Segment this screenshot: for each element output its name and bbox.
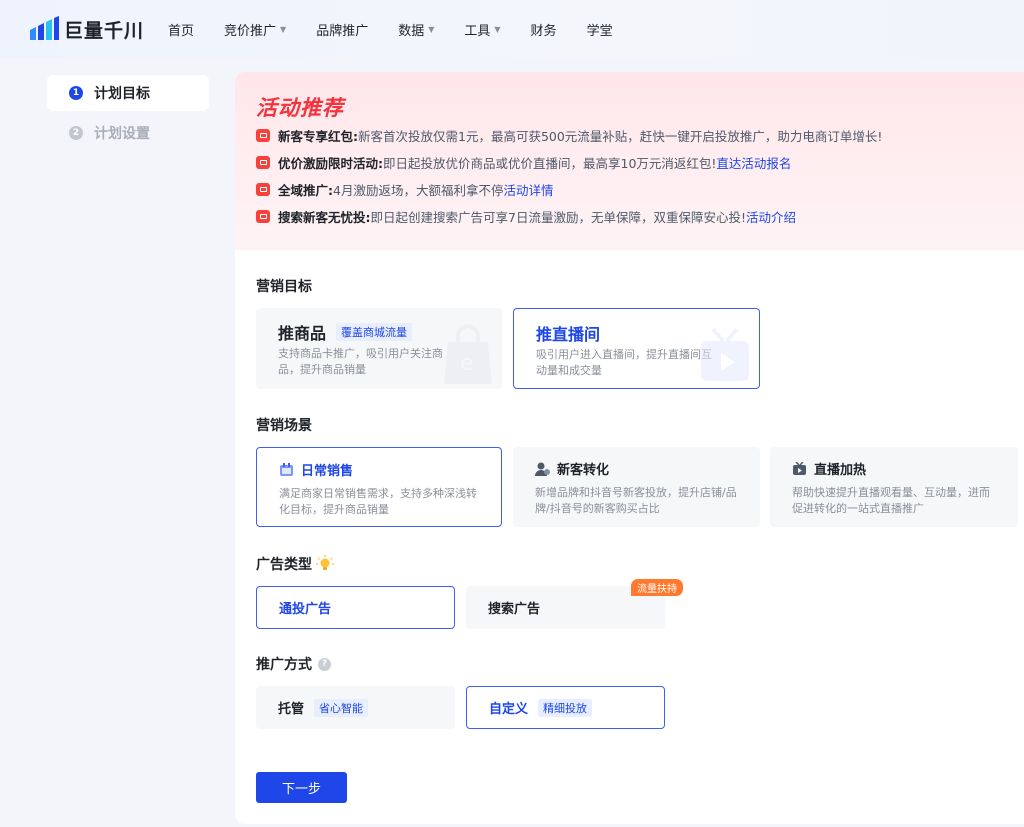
promo-item: 搜索新客无忧投: 即日起创建搜索广告可享7日流量激励，无单保障，双重保障安心投!… xyxy=(256,203,1024,230)
nav-item-tools[interactable]: 工具 ▼ xyxy=(464,20,500,39)
next-step-button[interactable]: 下一步 xyxy=(256,772,347,803)
step-label: 计划目标 xyxy=(94,86,150,102)
method-tag: 精细投放 xyxy=(538,698,593,717)
promo-link-intro[interactable]: 活动介绍 xyxy=(746,207,796,226)
calendar-icon xyxy=(280,462,293,476)
step-sidebar: 1 计划目标 2 计划设置 xyxy=(47,75,209,155)
section-title-ad-type: 广告类型 xyxy=(256,554,334,574)
nav-item-home[interactable]: 首页 xyxy=(168,20,194,39)
live-tv-icon xyxy=(793,461,806,475)
shopping-bag-icon: e xyxy=(444,324,492,384)
nav-item-bidding-promotion[interactable]: 竞价推广 ▼ xyxy=(224,20,286,39)
top-navigation-bar: 巨量千川 首页 竞价推广 ▼ 品牌推广 数据 ▼ 工具 ▼ 财务 学堂 xyxy=(0,0,1024,58)
live-tv-icon xyxy=(701,327,749,381)
caret-down-icon: ▼ xyxy=(428,24,435,34)
section-title-marketing-goal: 营销目标 xyxy=(256,279,312,295)
step-number: 1 xyxy=(69,86,83,100)
nav-item-finance[interactable]: 财务 xyxy=(531,20,557,39)
caret-down-icon: ▼ xyxy=(280,24,287,34)
scene-desc: 帮助快速提升直播观看量、互动量，进而促进转化的一站式直播推广 xyxy=(792,486,990,515)
caret-down-icon: ▼ xyxy=(494,24,501,34)
section-title-promo-method: 推广方式 ? xyxy=(256,654,331,674)
logo-text: 巨量千川 xyxy=(64,19,145,42)
promo-item: 新客专享红包: 新客首次投放仅需1元，最高可获500元流量补贴，赶快一键开启投放… xyxy=(256,122,1024,149)
promo-title: 活动推荐 xyxy=(256,96,344,120)
nav-item-academy[interactable]: 学堂 xyxy=(587,20,613,39)
logo[interactable]: 巨量千川 xyxy=(28,16,168,43)
coupon-icon xyxy=(256,156,270,169)
help-icon[interactable]: ? xyxy=(318,657,331,671)
logo-icon xyxy=(30,16,59,40)
step-plan-settings[interactable]: 2 计划设置 xyxy=(47,115,209,151)
step-plan-goal[interactable]: 1 计划目标 xyxy=(47,75,209,111)
gift-icon xyxy=(256,183,270,196)
ad-type-general-ads[interactable]: 通投广告 xyxy=(256,586,455,629)
promo-item: 优价激励限时活动: 即日起投放优价商品或优价直播间，最高享10万元消返红包! 直… xyxy=(256,149,1024,176)
scene-desc: 满足商家日常销售需求，支持多种深浅转化目标，提升商品销量 xyxy=(279,487,477,516)
goal-card-promote-live-room[interactable]: 推直播间 吸引用户进入直播间，提升直播间互动量和成交量 xyxy=(513,308,760,389)
method-tag: 省心智能 xyxy=(314,698,369,717)
scene-card-new-customer[interactable]: 新客转化 新增品牌和抖音号新客投放，提升店铺/品牌/抖音号的新客购买占比 xyxy=(513,447,760,527)
step-label: 计划设置 xyxy=(94,126,150,142)
step-number: 2 xyxy=(69,126,83,140)
nav-item-data[interactable]: 数据 ▼ xyxy=(398,20,434,39)
promo-link-details[interactable]: 活动详情 xyxy=(503,180,553,199)
scene-desc: 新增品牌和抖音号新客投放，提升店铺/品牌/抖音号的新客购买占比 xyxy=(535,486,737,515)
lightbulb-icon xyxy=(316,555,334,570)
promo-banner: 活动推荐 新客专享红包: 新客首次投放仅需1元，最高可获500元流量补贴，赶快一… xyxy=(235,72,1024,250)
svg-text:e: e xyxy=(460,351,474,376)
goal-title: 推直播间 xyxy=(536,325,601,344)
traffic-support-badge: 流量扶持 xyxy=(631,579,683,596)
scene-card-live-boost[interactable]: 直播加热 帮助快速提升直播观看量、互动量，进而促进转化的一站式直播推广 xyxy=(770,447,1018,527)
nav-item-brand-promotion[interactable]: 品牌推广 xyxy=(316,20,368,39)
promo-item: 全域推广: 4月激励返场，大额福利拿不停 活动详情 xyxy=(256,176,1024,203)
method-custom[interactable]: 自定义 精细投放 xyxy=(466,686,665,729)
promo-link-register[interactable]: 直达活动报名 xyxy=(716,153,791,172)
search-promo-icon xyxy=(256,210,270,223)
scene-card-daily-sales[interactable]: 日常销售 满足商家日常销售需求，支持多种深浅转化目标，提升商品销量 xyxy=(256,447,502,527)
method-hosted[interactable]: 托管 省心智能 xyxy=(256,686,455,729)
goal-title: 推商品 覆盖商城流量 xyxy=(278,320,413,344)
new-user-icon xyxy=(535,462,550,476)
scene-title: 直播加热 xyxy=(792,459,866,478)
scene-title: 新客转化 xyxy=(535,459,609,478)
main-nav: 首页 竞价推广 ▼ 品牌推广 数据 ▼ 工具 ▼ 财务 学堂 xyxy=(168,20,643,39)
goal-card-promote-product[interactable]: 推商品 覆盖商城流量 支持商品卡推广，吸引用户关注商品，提升商品销量 e xyxy=(256,308,502,389)
goal-tag: 覆盖商城流量 xyxy=(336,323,413,341)
scene-title: 日常销售 xyxy=(279,460,353,479)
section-title-marketing-scene: 营销场景 xyxy=(256,418,312,434)
goal-desc: 支持商品卡推广，吸引用户关注商品，提升商品销量 xyxy=(278,347,443,376)
red-packet-icon xyxy=(256,129,270,142)
